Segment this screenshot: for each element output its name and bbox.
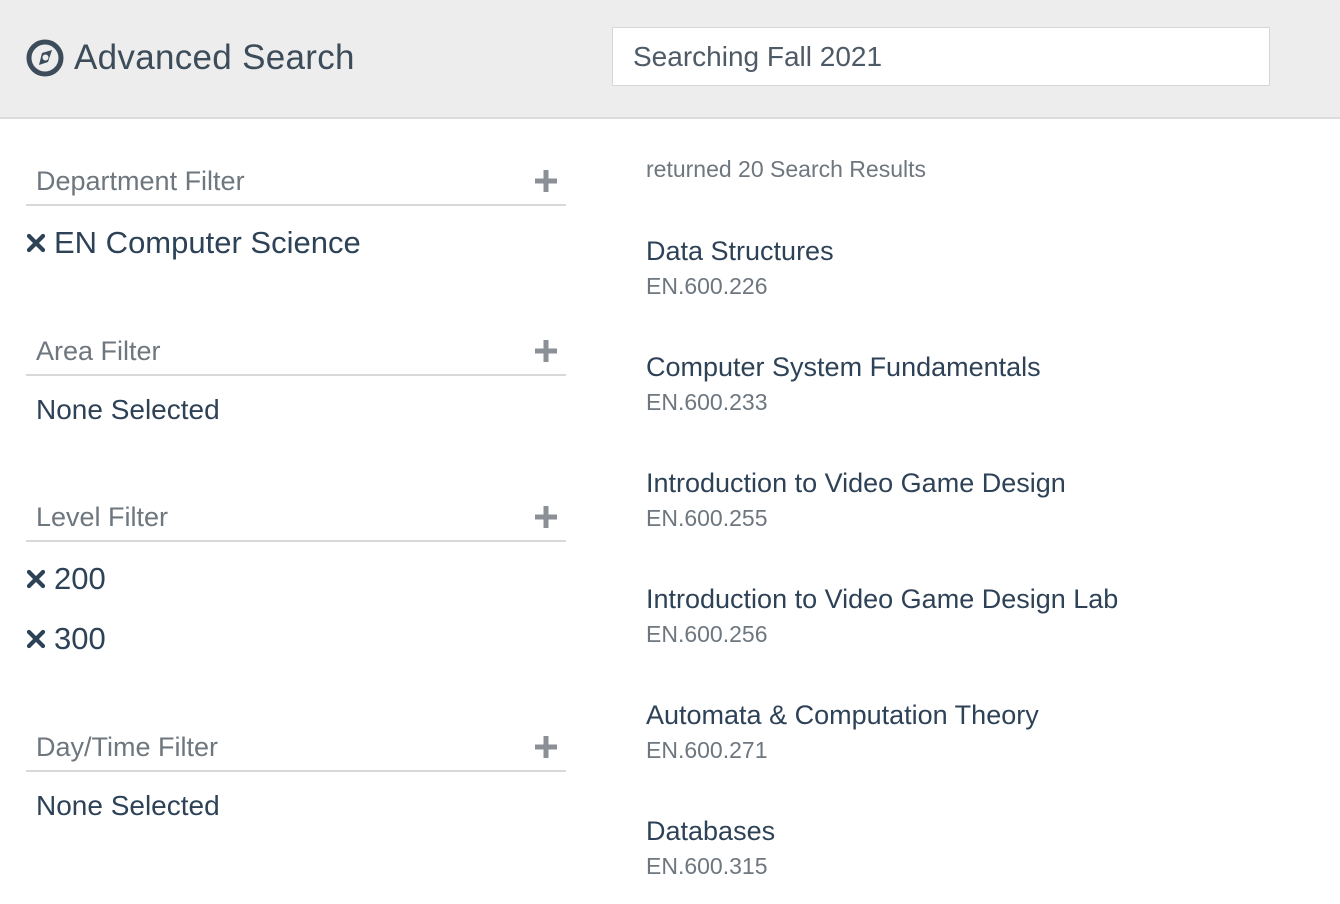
- brand[interactable]: Advanced Search: [25, 36, 355, 80]
- day-time-filter-title: Day/Time Filter: [36, 731, 219, 762]
- results-count: returned 20 Search Results: [646, 156, 926, 182]
- none-selected-text: None Selected: [36, 790, 220, 821]
- result-item[interactable]: Introduction to Video Game Design EN.600…: [646, 466, 1326, 556]
- course-code: EN.600.256: [646, 621, 768, 647]
- result-item[interactable]: Computer System Fundamentals EN.600.233: [646, 350, 1326, 440]
- course-title[interactable]: Introduction to Video Game Design Lab: [646, 582, 1326, 616]
- course-title[interactable]: Data Structures: [646, 234, 1326, 268]
- level-filter-header[interactable]: Level Filter: [26, 494, 566, 542]
- course-title[interactable]: Introduction to Video Game Design: [646, 466, 1326, 500]
- plus-icon[interactable]: [534, 505, 558, 529]
- day-time-filter: Day/Time Filter None Selected: [26, 724, 566, 822]
- search-input[interactable]: [612, 27, 1270, 86]
- selected-filter-chip[interactable]: 200: [26, 556, 566, 602]
- level-filter: Level Filter 200 300: [26, 494, 566, 676]
- area-filter-header[interactable]: Area Filter: [26, 328, 566, 376]
- course-code: EN.600.233: [646, 389, 768, 415]
- remove-icon[interactable]: [26, 233, 46, 253]
- result-item[interactable]: Data Structures EN.600.226: [646, 234, 1326, 324]
- course-code: EN.600.255: [646, 505, 768, 531]
- none-selected-text: None Selected: [36, 394, 220, 425]
- selected-filter-chip[interactable]: 300: [26, 616, 566, 662]
- course-code: EN.600.271: [646, 737, 768, 763]
- chip-label: 300: [54, 621, 106, 656]
- department-filter: Department Filter EN Computer Science: [26, 158, 566, 280]
- selected-filter-chip[interactable]: EN Computer Science: [26, 220, 566, 266]
- course-code: EN.600.315: [646, 853, 768, 879]
- plus-icon[interactable]: [534, 169, 558, 193]
- remove-icon[interactable]: [26, 569, 46, 589]
- chip-label: EN Computer Science: [54, 225, 361, 260]
- plus-icon[interactable]: [534, 735, 558, 759]
- remove-icon[interactable]: [26, 629, 46, 649]
- plus-icon[interactable]: [534, 339, 558, 363]
- compass-icon: [26, 39, 64, 77]
- department-filter-header[interactable]: Department Filter: [26, 158, 566, 206]
- day-time-filter-header[interactable]: Day/Time Filter: [26, 724, 566, 772]
- result-item[interactable]: Introduction to Video Game Design Lab EN…: [646, 582, 1326, 672]
- course-code: EN.600.226: [646, 273, 768, 299]
- search-results: returned 20 Search Results Data Structur…: [646, 150, 1326, 879]
- course-title[interactable]: Computer System Fundamentals: [646, 350, 1326, 384]
- chip-label: 200: [54, 561, 106, 596]
- department-filter-title: Department Filter: [36, 165, 245, 196]
- top-header: Advanced Search: [0, 0, 1340, 119]
- level-filter-title: Level Filter: [36, 501, 169, 532]
- area-filter-title: Area Filter: [36, 335, 161, 366]
- result-item[interactable]: Databases EN.600.315: [646, 814, 1326, 904]
- course-title[interactable]: Automata & Computation Theory: [646, 698, 1326, 732]
- course-title[interactable]: Databases: [646, 814, 1326, 848]
- area-filter: Area Filter None Selected: [26, 328, 566, 426]
- page-title: Advanced Search: [74, 38, 355, 77]
- result-item[interactable]: Automata & Computation Theory EN.600.271: [646, 698, 1326, 788]
